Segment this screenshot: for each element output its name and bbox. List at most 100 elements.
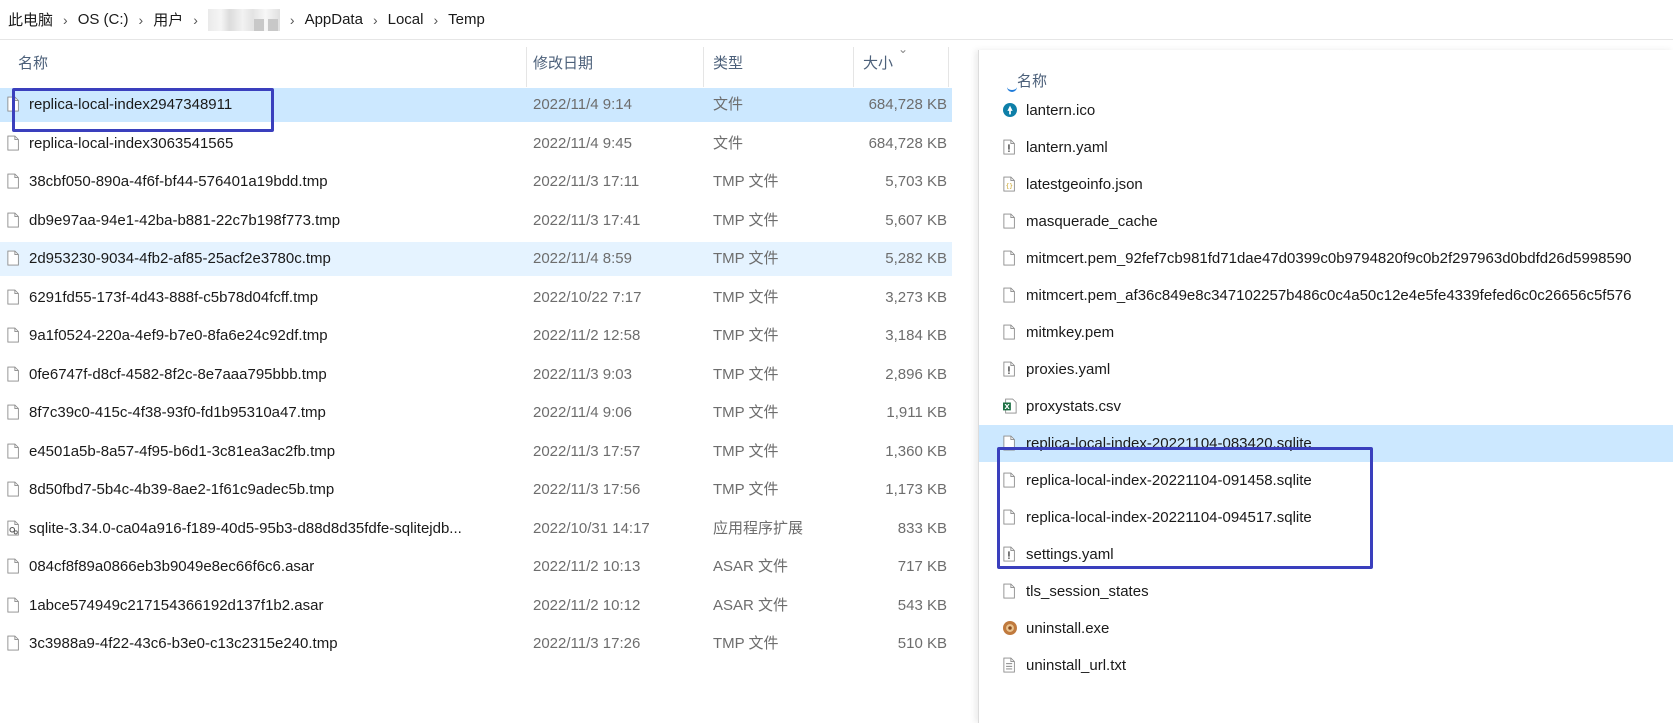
file-name: replica-local-index3063541565 [29,134,234,152]
file-name: e4501a5b-8a57-4f95-b6d1-3c81ea3ac2fb.tmp [29,442,336,460]
file-size: 1,911 KB [886,404,947,421]
file-modified-date: 2022/10/22 7:17 [533,288,642,306]
column-header-date[interactable]: 修改日期 [533,42,703,82]
file-row[interactable]: replica-local-index3063541565 2022/11/4 9… [0,127,952,161]
file-name: 6291fd55-173f-4d43-888f-c5b78d04fcff.tmp [29,288,319,306]
file-row[interactable]: db9e97aa-94e1-42ba-b881-22c7b198f773.tmp… [0,204,952,238]
file-icon [7,289,19,304]
file-row[interactable]: 9a1f0524-220a-4ef9-b7e0-8fa6e24c92df.tmp… [0,319,952,353]
breadcrumb-username-redacted[interactable] [207,8,280,31]
file-name: mitmcert.pem_af36c849e8c347102257b486c0c… [1026,287,1632,304]
file-modified-date: 2022/10/31 14:17 [533,519,650,537]
sort-descending-icon: ⌄ [898,42,909,56]
file-row[interactable]: {} latestgeoinfo.json [979,166,1673,203]
svg-text:{}: {} [1006,183,1014,190]
column-header-type[interactable]: 类型 [713,42,843,82]
file-icon [7,96,19,112]
file-row[interactable]: Xproxystats.csv [979,388,1673,425]
file-modified-date: 2022/11/4 8:59 [533,250,632,267]
file-row[interactable]: proxies.yaml [979,351,1673,388]
file-row[interactable]: sqlite-3.34.0-ca04a916-f189-40d5-95b3-d8… [0,512,952,546]
file-name: uninstall_url.txt [1026,657,1127,674]
file-row[interactable]: 8d50fbd7-5b4c-4b39-8ae2-1f61c9adec5b.tmp… [0,473,952,507]
file-row[interactable]: 1abce574949c217154366192d137f1b2.asar 202… [0,589,952,623]
file-type: TMP 文件 [713,481,779,498]
left-file-list: 名称 修改日期 类型 大小 ⌄ replica-local-index29473… [0,42,960,723]
file-type: TMP 文件 [713,365,779,383]
file-row[interactable]: settings.yaml [979,536,1673,573]
file-type: 应用程序扩展 [713,519,804,537]
column-divider[interactable] [526,47,527,87]
file-name: replica-local-index-20221104-083420.sqli… [1026,435,1312,452]
file-type: TMP 文件 [713,173,779,190]
file-row[interactable]: mitmcert.pem_af36c849e8c347102257b486c0c… [979,277,1673,314]
file-type: TMP 文件 [713,211,779,229]
file-row[interactable]: tls_session_states [979,573,1673,610]
file-row[interactable]: 084cf8f89a0866eb3b9049e8ec66f6c6.asar 202… [0,550,952,584]
breadcrumb-local[interactable]: Local [388,11,424,28]
file-row[interactable]: replica-local-index2947348911 2022/11/4 9… [0,88,952,122]
svg-text:X: X [1004,403,1010,411]
chevron-right-icon[interactable]: › [139,12,144,28]
file-modified-date: 2022/11/2 10:13 [533,558,641,575]
file-type: TMP 文件 [713,635,779,652]
chevron-right-icon[interactable]: › [290,12,295,28]
file-row[interactable]: lantern.ico [979,92,1673,129]
file-row[interactable]: replica-local-index-20221104-083420.sqli… [979,425,1673,462]
column-divider[interactable] [948,47,949,87]
file-size: 2,896 KB [885,365,947,383]
column-divider[interactable] [853,47,854,87]
file-row[interactable]: 0fe6747f-d8cf-4582-8f2c-8e7aaa795bbb.tmp… [0,358,952,392]
file-size: 1,360 KB [885,442,947,460]
file-row[interactable]: masquerade_cache [979,203,1673,240]
file-name: proxies.yaml [1026,361,1111,378]
file-name: replica-local-index2947348911 [29,96,233,113]
file-name: mitmkey.pem [1026,324,1115,341]
file-name: settings.yaml [1026,546,1114,563]
file-icon [7,212,19,227]
column-header-name[interactable]: 名称 [18,42,518,82]
text-file-icon [1003,657,1015,673]
config-file-icon [1003,361,1015,377]
file-row[interactable]: replica-local-index-20221104-091458.sqli… [979,462,1673,499]
chevron-right-icon[interactable]: › [63,12,68,28]
breadcrumb-temp[interactable]: Temp [448,11,485,28]
file-row[interactable]: lantern.yaml [979,129,1673,166]
file-name: 3c3988a9-4f22-43c6-b3e0-c13c2315e240.tmp [29,635,338,652]
file-row[interactable]: 3c3988a9-4f22-43c6-b3e0-c13c2315e240.tmp… [0,627,952,661]
file-row[interactable]: 8f7c39c0-415c-4f38-93f0-fd1b95310a47.tmp… [0,396,952,430]
chevron-right-icon[interactable]: › [433,12,438,28]
file-name: 2d953230-9034-4fb2-af85-25acf2e3780c.tmp [29,250,331,267]
file-row[interactable]: uninstall_url.txt [979,647,1673,684]
chevron-right-icon[interactable]: › [373,12,378,28]
file-type: TMP 文件 [713,327,779,344]
file-icon [1003,583,1015,599]
file-name: proxystats.csv [1026,398,1122,415]
file-icon [1003,509,1015,525]
dll-icon [7,520,19,535]
file-row[interactable]: mitmcert.pem_92fef7cb981fd71dae47d0399c0… [979,240,1673,277]
file-name: latestgeoinfo.json [1026,176,1143,193]
breadcrumb-users[interactable]: 用户 [153,9,183,30]
chevron-right-icon[interactable]: › [193,12,198,28]
file-name: sqlite-3.34.0-ca04a916-f189-40d5-95b3-d8… [29,519,462,537]
file-type: TMP 文件 [713,288,779,306]
file-name: db9e97aa-94e1-42ba-b881-22c7b198f773.tmp [29,211,341,229]
file-size: 3,273 KB [885,288,947,306]
file-row[interactable]: mitmkey.pem [979,314,1673,351]
file-modified-date: 2022/11/2 10:12 [533,596,641,614]
file-row[interactable]: 6291fd55-173f-4d43-888f-c5b78d04fcff.tmp… [0,281,952,315]
column-divider[interactable] [703,47,704,87]
breadcrumb-appdata[interactable]: AppData [305,11,363,28]
file-modified-date: 2022/11/3 9:03 [533,365,632,383]
file-row[interactable]: e4501a5b-8a57-4f95-b6d1-3c81ea3ac2fb.tmp… [0,435,952,469]
file-icon [7,443,19,458]
file-modified-date: 2022/11/3 17:56 [533,481,641,498]
file-row[interactable]: replica-local-index-20221104-094517.sqli… [979,499,1673,536]
file-row[interactable]: 38cbf050-890a-4f6f-bf44-576401a19bdd.tmp… [0,165,952,199]
breadcrumb-this-pc[interactable]: 此电脑 [8,9,53,30]
file-row[interactable]: uninstall.exe [979,610,1673,647]
file-row[interactable]: 2d953230-9034-4fb2-af85-25acf2e3780c.tmp… [0,242,952,276]
file-name: mitmcert.pem_92fef7cb981fd71dae47d0399c0… [1026,250,1632,267]
breadcrumb-os-drive[interactable]: OS (C:) [78,11,129,28]
